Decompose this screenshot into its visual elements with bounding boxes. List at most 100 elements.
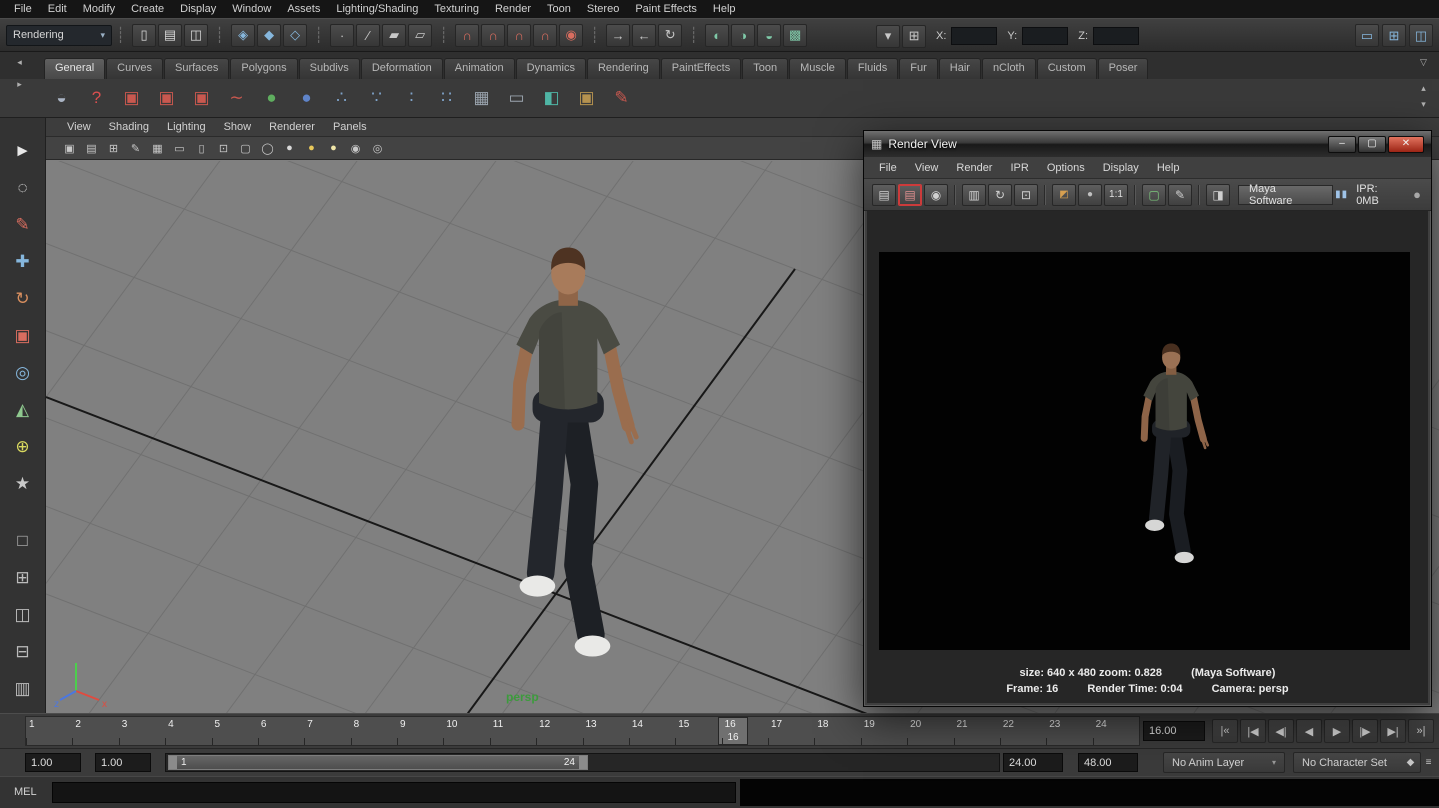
redo-previous-render-button[interactable]: ▤ [898,184,922,206]
rv-menu-options[interactable]: Options [1038,162,1094,174]
green-sphere-icon[interactable]: ● [256,83,287,114]
maximize-button[interactable]: ▢ [1358,136,1386,153]
menu-assets[interactable]: Assets [279,1,328,17]
grease-pencil-icon[interactable]: ✎ [126,140,145,157]
rotate-tool[interactable]: ↻ [6,282,40,315]
go-to-end-button[interactable]: »| [1408,719,1434,743]
plane-icon[interactable]: ▭ [501,83,532,114]
renderer-dropdown[interactable]: Maya Software [1238,185,1333,205]
zoom-1-to-1-button[interactable]: 1:1 [1104,184,1128,206]
timeline-frame-tick[interactable]: 22 [1000,717,1046,745]
menu-texturing[interactable]: Texturing [426,1,487,17]
rv-menu-render[interactable]: Render [947,162,1001,174]
shaded-mode-icon[interactable]: ● [280,140,299,157]
move-tool[interactable]: ✚ [6,245,40,278]
open-render-settings-button[interactable]: ◨ [1206,184,1230,206]
edit-region-button[interactable]: ✎ [1168,184,1192,206]
y-coord-input[interactable] [1022,27,1068,45]
bookmarks-icon[interactable]: ▤ [82,140,101,157]
timeline-frame-tick[interactable]: 24 [1093,717,1139,745]
entry-mode-dropdown[interactable]: ▾ [876,25,900,48]
render-current-frame-button[interactable]: ◑ [731,24,755,47]
shelf-tab-poser[interactable]: Poser [1098,58,1149,79]
absolute-relative-toggle[interactable]: ⊞ [902,25,926,48]
step-back-key-button[interactable]: ◀| [1268,719,1294,743]
hypergraph-hierarchy-icon[interactable]: ∴ [326,83,357,114]
refresh-ipr-image-button[interactable]: ↻ [988,184,1012,206]
menu-lighting-shading[interactable]: Lighting/Shading [328,1,426,17]
range-slider-track[interactable]: 1 24 [165,753,1000,772]
blue-sphere-icon[interactable]: ● [291,83,322,114]
scale-tool[interactable]: ▣ [6,319,40,352]
camera-aim-up-icon[interactable]: ▣ [186,83,217,114]
last-tool-used[interactable]: ★ [6,467,40,500]
open-scene-button[interactable]: ▤ [158,24,182,47]
play-forwards-button[interactable]: ▶ [1324,719,1350,743]
menu-set-dropdown[interactable]: Rendering ▾ [6,25,112,46]
timeline-frame-tick[interactable]: 20 [907,717,953,745]
vp-menu-panels[interactable]: Panels [324,121,376,133]
character-set-dropdown[interactable]: No Character Set ▾ [1293,752,1421,773]
hypershade-persp-layout-button[interactable]: ◫ [1409,24,1433,47]
timeline-frame-tick[interactable]: 19 [861,717,907,745]
x-coord-input[interactable] [951,27,997,45]
xray-icon[interactable]: ◎ [368,140,387,157]
paint-select-tool[interactable]: ✎ [6,208,40,241]
shelf-tab-curves[interactable]: Curves [106,58,163,79]
help-question-icon[interactable]: ? [81,83,112,114]
shelf-tab-hair[interactable]: Hair [939,58,981,79]
select-hierarchy-button[interactable]: ◈ [231,24,255,47]
soft-modification-tool[interactable]: ◭ [6,393,40,426]
timeline-frame-tick[interactable]: 21 [954,717,1000,745]
hypergraph-connections-icon[interactable]: ∵ [361,83,392,114]
timeline-frame-tick[interactable]: 14 [629,717,675,745]
timeline-frame-tick[interactable]: 2 [72,717,118,745]
shelf-tab-fluids[interactable]: Fluids [847,58,898,79]
shelf-tab-general[interactable]: General [44,58,105,79]
save-scene-button[interactable]: ◫ [184,24,208,47]
shelf-scroll-down-button[interactable]: ▾ [1416,98,1431,111]
construction-history-button[interactable]: ↻ [658,24,682,47]
select-tool[interactable]: ► [6,134,40,167]
lasso-select-tool[interactable]: ◌ [6,171,40,204]
camera-icon[interactable]: ▣ [116,83,147,114]
shelf-tab-muscle[interactable]: Muscle [789,58,846,79]
shelf-tab-deformation[interactable]: Deformation [361,58,443,79]
shelf-tab-dynamics[interactable]: Dynamics [516,58,586,79]
single-pane-layout-button[interactable]: □ [6,524,40,557]
timeline-frame-tick[interactable]: 9 [397,717,443,745]
script-editor-layout-button[interactable]: ▥ [6,672,40,705]
select-faces-mask-button[interactable]: ▰ [382,24,406,47]
menu-file[interactable]: File [6,1,40,17]
pause-ipr-icon[interactable]: ▮▮ [1335,189,1348,200]
command-language-toggle[interactable]: MEL [14,786,37,798]
vp-menu-view[interactable]: View [58,121,100,133]
shelf-tab-polygons[interactable]: Polygons [230,58,297,79]
ipr-render-button[interactable]: ▥ [962,184,986,206]
animation-preferences-button[interactable]: ≡ [1421,754,1436,771]
resolution-gate-icon[interactable]: ▯ [192,140,211,157]
safe-action-icon[interactable]: ▢ [236,140,255,157]
rv-menu-display[interactable]: Display [1094,162,1148,174]
menu-window[interactable]: Window [224,1,279,17]
rv-menu-file[interactable]: File [870,162,906,174]
timeline-frame-tick[interactable]: 5 [212,717,258,745]
vp-menu-renderer[interactable]: Renderer [260,121,324,133]
shelf-tab-fur[interactable]: Fur [899,58,938,79]
interactive-render-icon[interactable]: ◒ [46,83,77,114]
ipr-region-button[interactable]: ⊡ [1014,184,1038,206]
camera-aim-icon[interactable]: ▣ [151,83,182,114]
close-button[interactable]: ✕ [1388,136,1424,153]
render-view-titlebar[interactable]: ▦ Render View –▢✕ [864,131,1431,157]
film-gate-icon[interactable]: ▭ [170,140,189,157]
go-to-start-button[interactable]: |« [1212,719,1238,743]
render-button[interactable]: ▤ [872,184,896,206]
step-back-frame-button[interactable]: |◀ [1240,719,1266,743]
timeline-frame-tick[interactable]: 7 [304,717,350,745]
timeline-ruler[interactable]: 16 1234567891011121314151617181920212223… [25,716,1140,746]
timeline-frame-tick[interactable]: 3 [119,717,165,745]
hypergraph-persp-layout-button[interactable]: ⊟ [6,635,40,668]
shelf-tab-surfaces[interactable]: Surfaces [164,58,229,79]
menu-create[interactable]: Create [123,1,172,17]
single-pane-layout-button[interactable]: ▭ [1355,24,1379,47]
